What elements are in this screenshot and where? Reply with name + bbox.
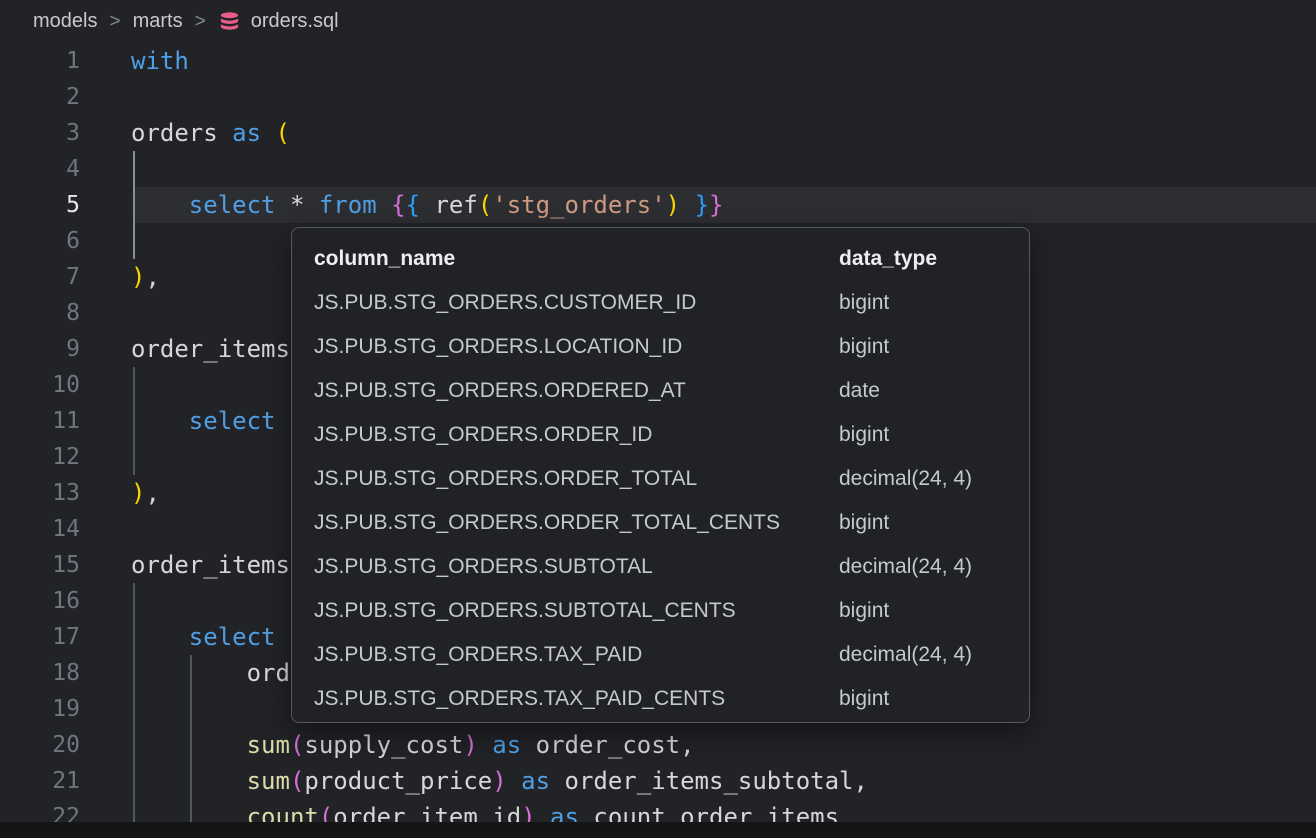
- column-name-cell: JS.PUB.STG_ORDERS.TAX_PAID_CENTS: [314, 687, 725, 711]
- table-row: JS.PUB.STG_ORDERS.LOCATION_ID bigint: [292, 325, 1029, 369]
- line-number: 7: [0, 259, 80, 295]
- code-text: [80, 511, 131, 547]
- line-number: 21: [0, 763, 80, 799]
- code-text: [80, 79, 131, 115]
- breadcrumb: models > marts > orders.sql: [0, 0, 1316, 43]
- column-name-cell: JS.PUB.STG_ORDERS.ORDER_TOTAL: [314, 467, 697, 491]
- code-line[interactable]: 3orders as (: [0, 115, 1316, 151]
- code-text: ),: [80, 475, 160, 511]
- line-number: 3: [0, 115, 80, 151]
- table-row: JS.PUB.STG_ORDERS.ORDER_ID bigint: [292, 413, 1029, 457]
- code-text: sum(supply_cost) as order_cost,: [80, 727, 695, 763]
- line-number: 5: [0, 187, 80, 223]
- data-type-cell: bigint: [839, 511, 889, 535]
- code-text: ),: [80, 259, 160, 295]
- popup-rows: JS.PUB.STG_ORDERS.CUSTOMER_IDbigintJS.PU…: [292, 281, 1029, 721]
- code-line[interactable]: 5 select * from {{ ref('stg_orders') }}: [0, 187, 1316, 223]
- column-name-cell: JS.PUB.STG_ORDERS.ORDERED_AT: [314, 379, 686, 403]
- column-name-cell: JS.PUB.STG_ORDERS.CUSTOMER_ID: [314, 291, 696, 315]
- breadcrumb-item-models[interactable]: models: [33, 10, 97, 33]
- line-number: 13: [0, 475, 80, 511]
- code-line[interactable]: 1with: [0, 43, 1316, 79]
- data-type-cell: bigint: [839, 599, 889, 623]
- code-line[interactable]: 21 sum(product_price) as order_items_sub…: [0, 763, 1316, 799]
- column-name-cell: JS.PUB.STG_ORDERS.LOCATION_ID: [314, 335, 682, 359]
- line-number: 2: [0, 79, 80, 115]
- line-number: 10: [0, 367, 80, 403]
- column-name-cell: JS.PUB.STG_ORDERS.SUBTOTAL_CENTS: [314, 599, 736, 623]
- data-type-cell: date: [839, 379, 880, 403]
- line-number: 14: [0, 511, 80, 547]
- column-metadata-popup: column_name data_type JS.PUB.STG_ORDERS.…: [291, 227, 1030, 723]
- breadcrumb-file-name[interactable]: orders.sql: [251, 10, 339, 33]
- breadcrumb-item-marts[interactable]: marts: [133, 10, 183, 33]
- code-text: [80, 295, 131, 331]
- line-number: 15: [0, 547, 80, 583]
- line-number: 9: [0, 331, 80, 367]
- data-type-cell: decimal(24, 4): [839, 467, 972, 491]
- data-type-cell: bigint: [839, 291, 889, 315]
- code-text: [80, 691, 131, 727]
- code-text: order_items: [80, 547, 290, 583]
- line-number: 19: [0, 691, 80, 727]
- popup-header-column-name: column_name: [314, 247, 455, 271]
- table-row: JS.PUB.STG_ORDERS.SUBTOTAL_CENTS bigint: [292, 589, 1029, 633]
- code-text: [80, 151, 131, 187]
- code-text: with: [80, 43, 189, 79]
- code-text: [80, 367, 131, 403]
- database-icon: [218, 11, 241, 33]
- table-row: JS.PUB.STG_ORDERS.ORDER_TOTAL_CENTS bigin…: [292, 501, 1029, 545]
- database-icon-glyph: [218, 11, 241, 33]
- data-type-cell: decimal(24, 4): [839, 643, 972, 667]
- table-row: JS.PUB.STG_ORDERS.TAX_PAID_CENTS bigint: [292, 677, 1029, 721]
- column-name-cell: JS.PUB.STG_ORDERS.ORDER_TOTAL_CENTS: [314, 511, 780, 535]
- column-name-cell: JS.PUB.STG_ORDERS.TAX_PAID: [314, 643, 642, 667]
- line-number: 11: [0, 403, 80, 439]
- line-number: 6: [0, 223, 80, 259]
- code-text: select: [80, 403, 276, 439]
- code-text: select: [80, 619, 276, 655]
- line-number: 4: [0, 151, 80, 187]
- line-number: 8: [0, 295, 80, 331]
- code-text: ord: [80, 655, 290, 691]
- data-type-cell: bigint: [839, 423, 889, 447]
- line-number: 16: [0, 583, 80, 619]
- code-text: order_items: [80, 331, 290, 367]
- popup-header-data-type: data_type: [839, 247, 937, 271]
- table-row: JS.PUB.STG_ORDERS.SUBTOTAL decimal(24, 4): [292, 545, 1029, 589]
- data-type-cell: bigint: [839, 335, 889, 359]
- code-text: select * from {{ ref('stg_orders') }}: [80, 187, 723, 223]
- line-number: 1: [0, 43, 80, 79]
- table-row: JS.PUB.STG_ORDERS.CUSTOMER_ID bigint: [292, 281, 1029, 325]
- line-number: 17: [0, 619, 80, 655]
- code-line[interactable]: 4: [0, 151, 1316, 187]
- column-name-cell: JS.PUB.STG_ORDERS.SUBTOTAL: [314, 555, 653, 579]
- data-type-cell: decimal(24, 4): [839, 555, 972, 579]
- code-line[interactable]: 20 sum(supply_cost) as order_cost,: [0, 727, 1316, 763]
- table-row: JS.PUB.STG_ORDERS.ORDERED_AT date: [292, 369, 1029, 413]
- line-number: 20: [0, 727, 80, 763]
- bottom-panel-edge: [0, 822, 1316, 838]
- code-text: [80, 439, 131, 475]
- code-text: [80, 583, 131, 619]
- line-number: 18: [0, 655, 80, 691]
- code-text: orders as (: [80, 115, 290, 151]
- table-row: JS.PUB.STG_ORDERS.ORDER_TOTAL decimal(24,…: [292, 457, 1029, 501]
- chevron-right-icon: >: [109, 11, 120, 33]
- data-type-cell: bigint: [839, 687, 889, 711]
- code-text: sum(product_price) as order_items_subtot…: [80, 763, 868, 799]
- popup-header-row: column_name data_type: [292, 237, 1029, 281]
- code-line[interactable]: 2: [0, 79, 1316, 115]
- chevron-right-icon: >: [195, 11, 206, 33]
- column-name-cell: JS.PUB.STG_ORDERS.ORDER_ID: [314, 423, 652, 447]
- line-number: 12: [0, 439, 80, 475]
- code-editor: models > marts > orders.sql 1with23order…: [0, 0, 1316, 838]
- table-row: JS.PUB.STG_ORDERS.TAX_PAID decimal(24, 4): [292, 633, 1029, 677]
- code-text: [80, 223, 131, 259]
